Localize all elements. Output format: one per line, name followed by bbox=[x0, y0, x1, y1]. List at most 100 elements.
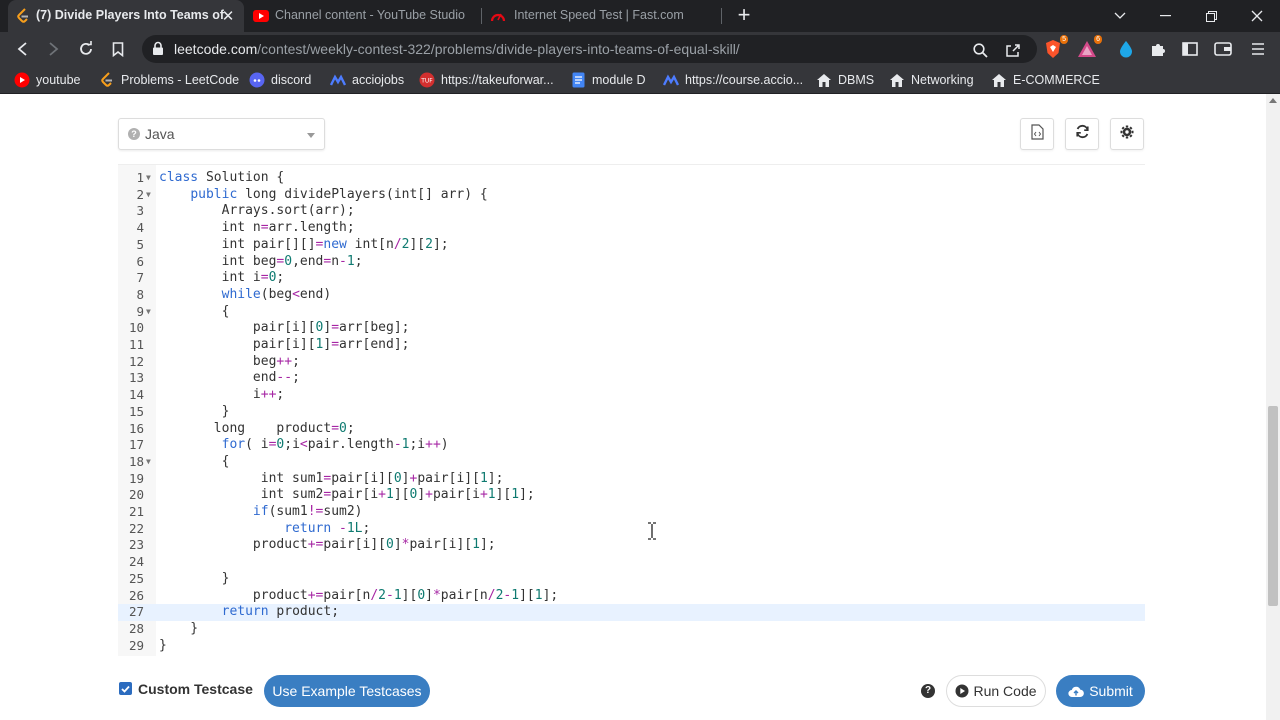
custom-testcase-checkbox[interactable] bbox=[119, 682, 132, 695]
reload-icon[interactable] bbox=[74, 37, 98, 61]
code-text: if(sum1!=sum2) bbox=[252, 504, 363, 519]
bookmark-problems-leetcode[interactable]: Problems - LeetCode bbox=[99, 71, 239, 89]
line-number: 27 bbox=[128, 604, 144, 620]
bookmark-takeuforward[interactable]: TUF https://takeuforwar... bbox=[419, 71, 554, 89]
bookmark-e-commerce[interactable]: E-COMMERCE bbox=[991, 71, 1100, 89]
code-line[interactable]: 22 return -1L; bbox=[118, 521, 1145, 538]
code-line[interactable]: 8 while(beg<end) bbox=[118, 287, 1145, 304]
code-line[interactable]: 3 Arrays.sort(arr); bbox=[118, 203, 1145, 220]
code-line[interactable]: 20 int sum2=pair[i+1][0]+pair[i+1][1]; bbox=[118, 487, 1145, 504]
code-line[interactable]: 7 int i=0; bbox=[118, 270, 1145, 287]
fold-arrow-icon[interactable]: ▼ bbox=[146, 304, 151, 321]
code-line[interactable]: 18 ▼ { bbox=[118, 454, 1145, 471]
run-code-label: Run Code bbox=[973, 683, 1037, 699]
help-icon[interactable]: ? bbox=[921, 684, 935, 698]
sidebar-icon[interactable] bbox=[1178, 37, 1202, 61]
fold-arrow-icon[interactable]: ▼ bbox=[146, 170, 151, 187]
line-number: 1 bbox=[136, 170, 144, 185]
code-line[interactable]: 6 int beg=0,end=n-1; bbox=[118, 254, 1145, 271]
back-icon[interactable] bbox=[10, 37, 34, 61]
acciojob-icon bbox=[330, 72, 346, 88]
bookmark-icon[interactable] bbox=[106, 37, 130, 61]
new-tab-button[interactable]: + bbox=[733, 4, 755, 27]
fold-arrow-icon[interactable]: ▼ bbox=[146, 454, 151, 471]
code-line[interactable]: 25 } bbox=[118, 571, 1145, 588]
scroll-up-arrow-icon[interactable] bbox=[1269, 98, 1277, 103]
tab-fast-com[interactable]: Internet Speed Test | Fast.com bbox=[482, 0, 720, 32]
bookmark-dbms[interactable]: DBMS bbox=[816, 71, 874, 89]
code-line[interactable]: 9 ▼ { bbox=[118, 304, 1145, 321]
code-file-icon bbox=[1030, 123, 1044, 145]
play-circle-icon bbox=[955, 684, 969, 698]
code-line[interactable]: 2 ▼ public long dividePlayers(int[] arr) … bbox=[118, 187, 1145, 204]
code-line[interactable]: 23 product+=pair[i][0]*pair[i][1]; bbox=[118, 537, 1145, 554]
bookmark-youtube[interactable]: youtube bbox=[14, 71, 80, 89]
leetcode-editor-page: ? Java 1 ▼ class Solution {2 ▼ public long … bbox=[0, 94, 1280, 720]
code-line[interactable]: 26 product+=pair[n/2-1][0]*pair[n/2-1][1… bbox=[118, 588, 1145, 605]
extensions-puzzle-icon[interactable] bbox=[1146, 37, 1170, 61]
submit-button[interactable]: Submit bbox=[1056, 675, 1145, 707]
address-bar[interactable]: leetcode.com/contest/weekly-contest-322/… bbox=[142, 35, 1037, 63]
zoom-search-icon[interactable] bbox=[970, 40, 990, 60]
tab-search-icon[interactable] bbox=[1097, 0, 1143, 32]
line-number: 28 bbox=[128, 620, 144, 636]
code-line[interactable]: 10 pair[i][0]=arr[beg]; bbox=[118, 320, 1145, 337]
code-text: int sum2=pair[i+1][0]+pair[i+1][1]; bbox=[159, 487, 535, 503]
code-line[interactable]: 28 } bbox=[118, 621, 1145, 638]
code-text: } bbox=[159, 637, 167, 653]
bookmark-course-accio[interactable]: https://course.accio... bbox=[663, 71, 803, 89]
line-number: 16 bbox=[128, 420, 144, 436]
code-line[interactable]: 5 int pair[][]=new int[n/2][2]; bbox=[118, 237, 1145, 254]
code-line[interactable]: 1 ▼ class Solution { bbox=[118, 170, 1145, 187]
settings-button[interactable] bbox=[1110, 118, 1144, 150]
wallet-icon[interactable] bbox=[1211, 37, 1235, 61]
brave-rewards-icon[interactable]: 6 bbox=[1075, 35, 1102, 61]
window-close-icon[interactable] bbox=[1234, 0, 1280, 32]
code-text: for( i=0;i<pair.length-1;i++) bbox=[221, 437, 449, 453]
acciojob-icon bbox=[663, 72, 679, 88]
bookmark-networking[interactable]: Networking bbox=[889, 71, 974, 89]
line-number: 5 bbox=[136, 236, 144, 252]
bookmark-module-d[interactable]: module D bbox=[570, 71, 646, 89]
code-line[interactable]: 19 int sum1=pair[i][0]+pair[i][1]; bbox=[118, 471, 1145, 488]
code-line[interactable]: 15 } bbox=[118, 404, 1145, 421]
code-line[interactable]: 27 return product; bbox=[118, 604, 1145, 621]
scrollbar-thumb[interactable] bbox=[1268, 406, 1278, 606]
tab-close-icon[interactable]: ✕ bbox=[220, 8, 236, 25]
code-line[interactable]: 29} bbox=[118, 638, 1145, 655]
code-line[interactable]: 16 long product=0; bbox=[118, 421, 1145, 438]
code-line[interactable]: 24 bbox=[118, 554, 1145, 571]
bookmark-discord[interactable]: discord bbox=[249, 71, 311, 89]
code-line[interactable]: 14 i++; bbox=[118, 387, 1145, 404]
tab-youtube-studio[interactable]: Channel content - YouTube Studio bbox=[244, 0, 481, 32]
tab-leetcode[interactable]: (7) Divide Players Into Teams of E ✕ bbox=[8, 0, 244, 32]
minimize-icon[interactable] bbox=[1142, 0, 1188, 32]
line-number: 7 bbox=[136, 270, 144, 286]
code-text: while(beg<end) bbox=[221, 286, 332, 302]
fold-arrow-icon[interactable]: ▼ bbox=[146, 187, 151, 204]
code-line[interactable]: 12 beg++; bbox=[118, 354, 1145, 371]
reset-code-button[interactable] bbox=[1065, 118, 1099, 150]
code-line[interactable]: 17 for( i=0;i<pair.length-1;i++) bbox=[118, 437, 1145, 454]
brave-shield-icon[interactable]: 5 bbox=[1041, 35, 1068, 61]
url-text: leetcode.com/contest/weekly-contest-322/… bbox=[174, 41, 740, 57]
language-select[interactable]: ? Java bbox=[118, 118, 325, 150]
code-line[interactable]: 11 pair[i][1]=arr[end]; bbox=[118, 337, 1145, 354]
restore-icon[interactable] bbox=[1188, 0, 1234, 32]
code-line[interactable]: 21 if(sum1!=sum2) bbox=[118, 504, 1145, 521]
run-code-button[interactable]: Run Code bbox=[946, 675, 1046, 707]
line-number: 6 bbox=[136, 253, 144, 269]
use-example-testcases-button[interactable]: Use Example Testcases bbox=[264, 675, 430, 707]
code-editor[interactable]: 1 ▼ class Solution {2 ▼ public long divideP… bbox=[118, 164, 1145, 656]
code-file-button[interactable] bbox=[1020, 118, 1054, 150]
lock-icon bbox=[152, 41, 164, 61]
bookmark-acciojobs[interactable]: acciojobs bbox=[330, 71, 404, 89]
code-line[interactable]: 13 end--; bbox=[118, 370, 1145, 387]
code-line[interactable]: 4 int n=arr.length; bbox=[118, 220, 1145, 237]
forward-icon[interactable] bbox=[42, 37, 66, 61]
language-label: Java bbox=[145, 126, 175, 142]
share-icon[interactable] bbox=[1003, 40, 1023, 60]
water-drop-extension-icon[interactable] bbox=[1114, 37, 1138, 61]
menu-icon[interactable] bbox=[1246, 37, 1270, 61]
page-scrollbar[interactable] bbox=[1266, 94, 1280, 720]
